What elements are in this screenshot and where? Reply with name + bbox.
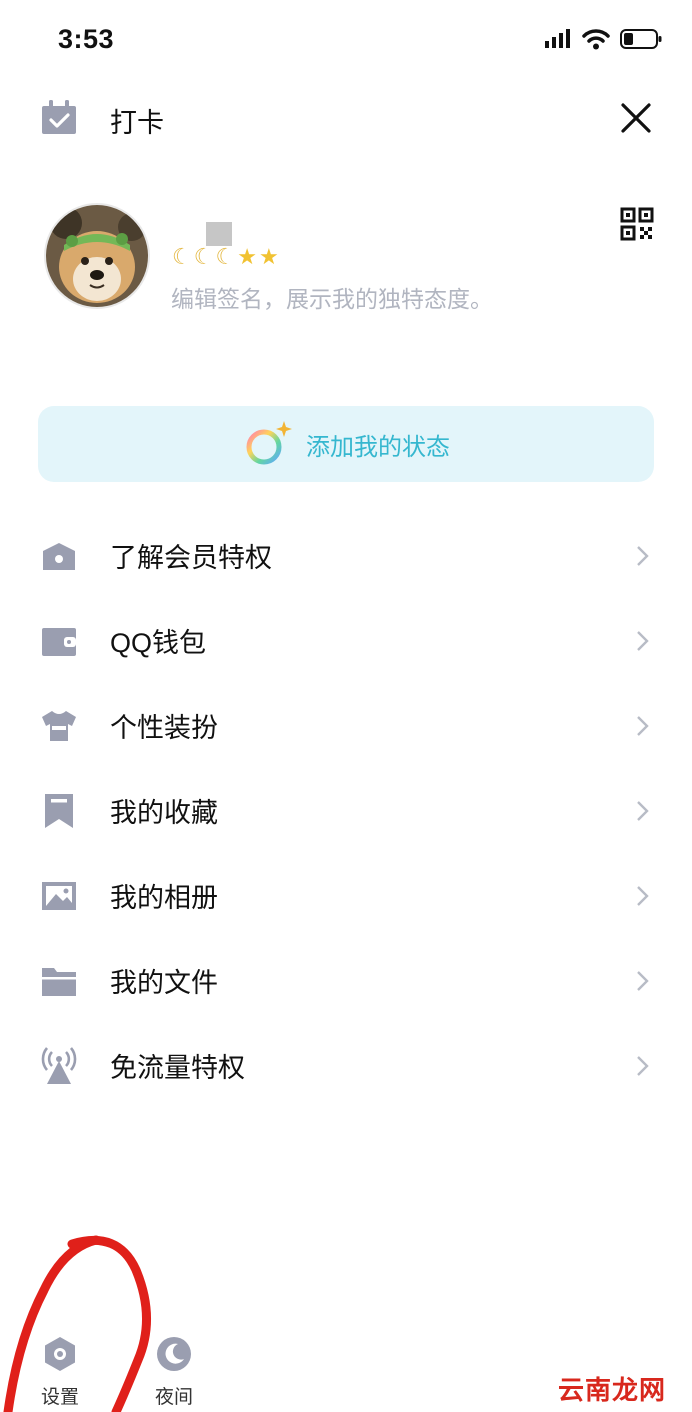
star-badge-icon: ★ bbox=[258, 244, 279, 269]
chevron-right-icon bbox=[637, 631, 649, 651]
menu-item-label: 个性装扮 bbox=[110, 713, 218, 743]
chevron-right-icon bbox=[637, 801, 649, 821]
wallet-icon bbox=[42, 628, 76, 656]
level-badges: ☾ ☾ ☾ ★ ★ bbox=[172, 244, 279, 270]
chevron-right-icon bbox=[637, 886, 649, 906]
moon-badge-icon: ☾ bbox=[215, 244, 236, 269]
chevron-right-icon bbox=[637, 1056, 649, 1076]
nickname-placeholder-block bbox=[206, 222, 232, 246]
bookmark-icon bbox=[45, 794, 73, 828]
folder-icon bbox=[42, 968, 76, 996]
add-status-label: 添加我的状态 bbox=[306, 433, 450, 461]
chevron-right-icon bbox=[637, 716, 649, 736]
menu-item-label: QQ钱包 bbox=[110, 628, 207, 658]
status-icons bbox=[544, 28, 662, 50]
qr-code-icon[interactable] bbox=[620, 207, 654, 241]
moon-badge-icon: ☾ bbox=[172, 244, 192, 269]
cellular-signal-icon bbox=[545, 29, 570, 48]
tshirt-icon bbox=[42, 711, 76, 741]
menu-item-free-data[interactable]: 免流量特权 bbox=[0, 1023, 692, 1108]
menu-item-label: 了解会员特权 bbox=[110, 543, 272, 573]
menu-item-label: 我的文件 bbox=[110, 968, 218, 998]
star-badge-icon: ★ bbox=[237, 244, 257, 269]
menu-item-photo-album[interactable]: 我的相册 bbox=[0, 853, 692, 938]
red-annotation-circle bbox=[3, 1235, 151, 1412]
moon-badge-icon: ☾ bbox=[193, 244, 214, 269]
signal-tower-icon bbox=[41, 1047, 77, 1084]
checkin-label[interactable]: 打卡 bbox=[110, 101, 164, 140]
photo-icon bbox=[42, 882, 76, 910]
status-time: 3:53 bbox=[58, 24, 115, 54]
menu-item-label: 我的相册 bbox=[110, 883, 218, 913]
menu-list: 了解会员特权 QQ钱包 个性装扮 我的收藏 我的相册 我的文件 免流量特权 bbox=[0, 513, 692, 1108]
chevron-right-icon bbox=[637, 971, 649, 991]
watermark-text: 云南龙网 bbox=[558, 1376, 667, 1406]
add-status-button[interactable]: 添加我的状态 bbox=[38, 406, 654, 482]
menu-item-qq-wallet[interactable]: QQ钱包 bbox=[0, 598, 692, 683]
battery-icon bbox=[620, 29, 662, 49]
menu-item-vip-privileges[interactable]: 了解会员特权 bbox=[0, 513, 692, 598]
signature-field[interactable]: 编辑签名，展示我的独特态度。 bbox=[171, 280, 493, 314]
crown-icon bbox=[43, 543, 75, 570]
menu-item-label: 免流量特权 bbox=[110, 1053, 245, 1083]
menu-item-label: 我的收藏 bbox=[110, 798, 218, 828]
menu-item-favorites[interactable]: 我的收藏 bbox=[0, 768, 692, 853]
status-ring-icon bbox=[246, 421, 292, 465]
avatar[interactable] bbox=[44, 203, 150, 309]
menu-item-personalization[interactable]: 个性装扮 bbox=[0, 683, 692, 768]
shiba-dog-avatar-image bbox=[46, 205, 148, 307]
wifi-icon bbox=[582, 29, 610, 50]
close-icon[interactable] bbox=[620, 102, 652, 134]
calendar-check-icon[interactable] bbox=[40, 100, 78, 136]
menu-item-my-files[interactable]: 我的文件 bbox=[0, 938, 692, 1023]
chevron-right-icon bbox=[637, 546, 649, 566]
